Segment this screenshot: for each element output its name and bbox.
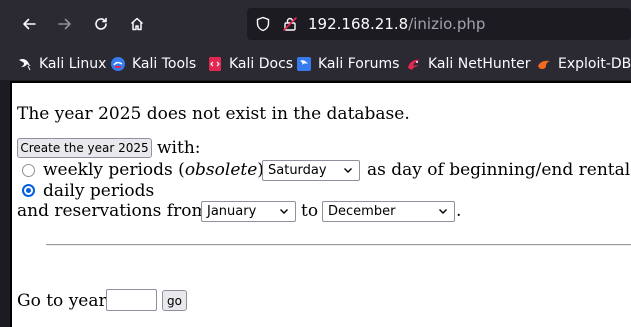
goto-year-input[interactable] xyxy=(106,289,157,311)
forward-arrow-icon xyxy=(58,18,71,30)
bookmark-kali-tools[interactable]: Kali Tools xyxy=(110,48,196,80)
kali-dragon-icon xyxy=(17,56,33,72)
bookmark-label: Kali Linux xyxy=(39,56,107,72)
page-content: The year 2025 does not exist in the data… xyxy=(10,81,631,327)
bookmark-kali-docs[interactable]: Kali Docs xyxy=(207,48,293,80)
goto-year-label: Go to year xyxy=(17,291,107,311)
bookmark-label: Kali Tools xyxy=(132,56,197,72)
with-text: with: xyxy=(157,138,201,158)
create-year-button[interactable]: Create the year 2025 xyxy=(17,138,152,158)
kali-forums-icon xyxy=(296,56,312,72)
reload-button[interactable] xyxy=(89,12,113,36)
go-button[interactable]: go xyxy=(162,290,187,311)
chevron-down-icon xyxy=(342,164,354,180)
bookmark-label: Kali Forums xyxy=(318,56,400,72)
from-month-value: January xyxy=(207,204,257,219)
home-button[interactable] xyxy=(125,12,149,36)
bookmark-kali-nethunter[interactable]: Kali NetHunter xyxy=(406,48,530,80)
weekly-periods-label: weekly periods (obsolete): xyxy=(43,160,270,180)
url-path: /inizio.php xyxy=(408,15,486,33)
bookmark-exploit-db[interactable]: Exploit-DB xyxy=(536,48,631,80)
bookmark-label: Kali NetHunter xyxy=(428,56,531,72)
bookmark-label: Kali Docs xyxy=(229,56,294,72)
chevron-down-icon xyxy=(278,205,290,221)
reservations-from-label: and reservations from xyxy=(17,201,208,221)
from-month-select[interactable]: January xyxy=(201,201,296,222)
weekly-label-before: weekly periods ( xyxy=(43,160,185,180)
bookmark-kali-linux[interactable]: Kali Linux xyxy=(17,48,106,80)
daily-periods-label: daily periods xyxy=(43,181,155,201)
year-missing-message: The year 2025 does not exist in the data… xyxy=(17,104,410,124)
url-text[interactable]: 192.168.21.8/inizio.php xyxy=(308,15,485,33)
back-button[interactable] xyxy=(17,12,41,36)
forward-button[interactable] xyxy=(53,12,77,36)
chevron-down-icon xyxy=(437,205,449,221)
horizontal-divider xyxy=(46,244,631,246)
period-text: . xyxy=(456,201,462,221)
daily-periods-radio[interactable] xyxy=(22,184,35,197)
kali-docs-icon xyxy=(207,56,223,72)
kali-tools-icon xyxy=(110,56,126,72)
obsolete-label: obsolete xyxy=(184,160,258,180)
url-bar[interactable]: 192.168.21.8/inizio.php xyxy=(247,8,631,40)
url-host: 192.168.21.8 xyxy=(308,15,409,33)
reload-icon xyxy=(95,17,107,30)
to-month-value: December xyxy=(328,204,396,219)
home-icon xyxy=(130,17,144,31)
browser-toolbar: 192.168.21.8/inizio.php xyxy=(0,0,631,48)
bookmark-kali-forums[interactable]: Kali Forums xyxy=(296,48,399,80)
shield-icon[interactable] xyxy=(255,16,271,36)
weekly-day-suffix: as day of beginning/end rental xyxy=(367,160,631,180)
bookmarks-bar: Kali Linux Kali Tools Kali Docs Kali For… xyxy=(0,48,631,80)
to-text: to xyxy=(301,201,319,221)
bookmark-label: Exploit-DB xyxy=(558,56,631,72)
exploit-db-icon xyxy=(536,56,552,72)
to-month-select[interactable]: December xyxy=(322,201,455,222)
kali-nethunter-icon xyxy=(406,56,422,72)
weekly-periods-radio[interactable] xyxy=(22,164,35,177)
insecure-lock-icon[interactable] xyxy=(282,16,298,36)
back-arrow-icon xyxy=(23,18,36,30)
weekly-day-select[interactable]: Saturday xyxy=(262,160,360,181)
weekly-day-value: Saturday xyxy=(268,163,327,178)
